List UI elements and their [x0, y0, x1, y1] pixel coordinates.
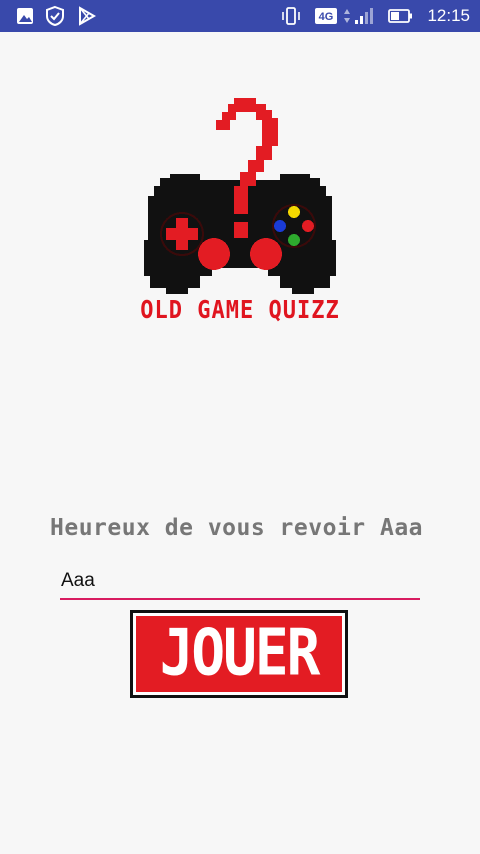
network-4g-icon: 4G — [314, 5, 340, 27]
player-name-input[interactable] — [60, 564, 420, 600]
gamepad-question-icon — [130, 90, 350, 310]
play-store-icon — [76, 5, 98, 27]
play-button[interactable]: JOUER — [130, 610, 348, 698]
logo-title: OLD GAME QUIZZ — [140, 296, 340, 325]
vibrate-icon — [280, 5, 302, 27]
play-button-label: JOUER — [159, 616, 321, 691]
shield-check-icon — [44, 5, 66, 27]
status-time: 12:15 — [427, 6, 470, 25]
signal-icon — [342, 5, 378, 27]
battery-icon — [388, 5, 414, 27]
image-icon — [14, 5, 36, 27]
status-bar: 4G 12:15 — [0, 0, 480, 32]
welcome-message: Heureux de vous revoir Aaa — [50, 515, 424, 541]
network-4g-label: 4G — [319, 11, 334, 23]
